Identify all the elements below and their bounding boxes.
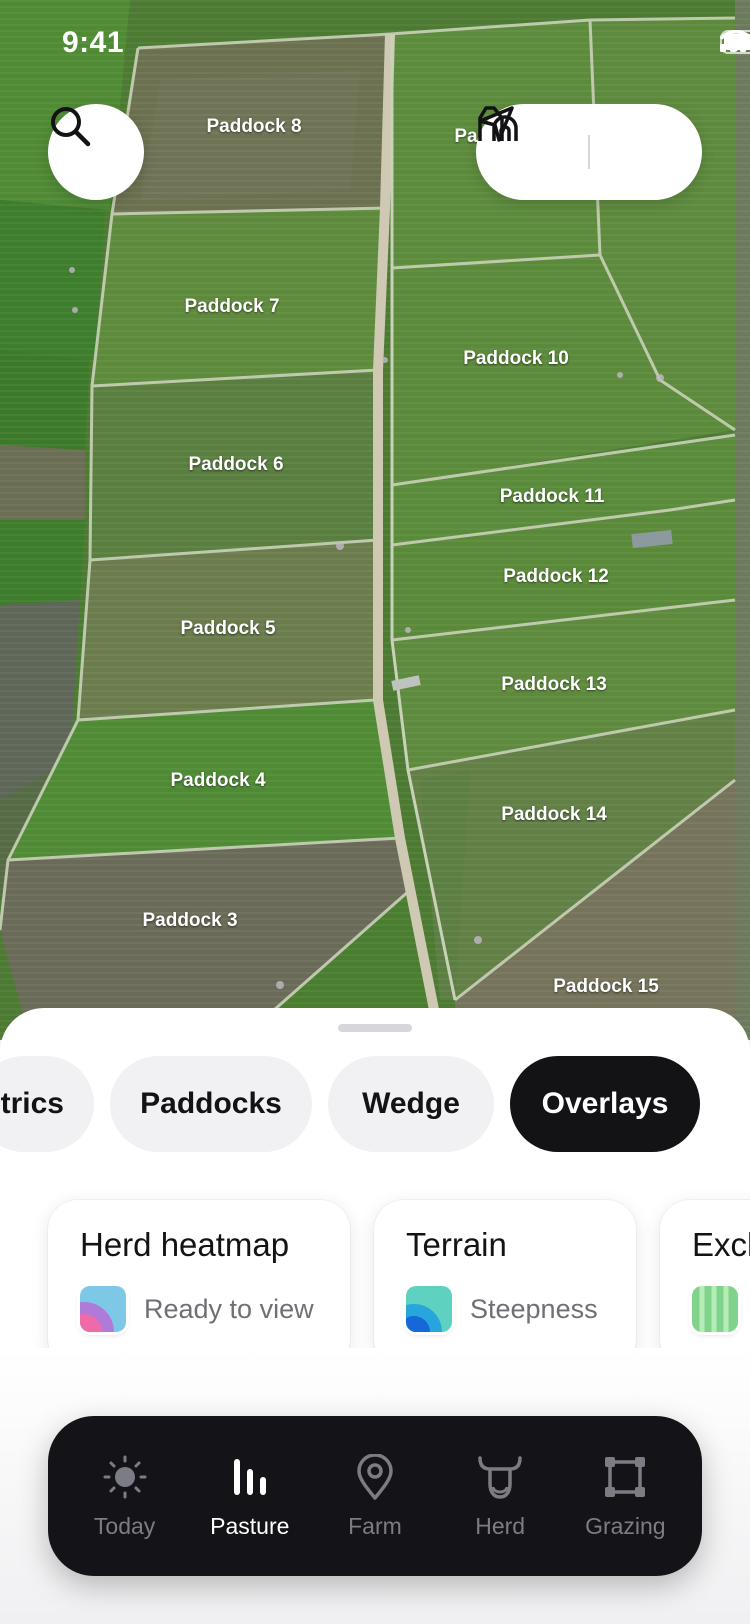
paddock-label[interactable]: Pa xyxy=(454,126,477,148)
overlay-cards: Herd heatmap Ready to view Terrain Steep… xyxy=(48,1200,750,1368)
heatmap-thumbnail-icon xyxy=(80,1286,126,1332)
map-pin-icon xyxy=(357,1453,393,1500)
paddock-label[interactable]: Paddock 6 xyxy=(188,454,283,476)
overlay-card-terrain[interactable]: Terrain Steepness xyxy=(374,1200,636,1368)
overlay-card-title: Herd heatmap xyxy=(80,1226,290,1263)
paddock-label[interactable]: Paddock 4 xyxy=(170,770,265,792)
cow-icon xyxy=(478,1455,522,1499)
segment-overlays[interactable]: Overlays xyxy=(510,1056,700,1152)
search-button[interactable] xyxy=(48,104,144,200)
barn-icon xyxy=(478,106,518,141)
map-controls xyxy=(476,104,702,200)
tab-pasture[interactable]: Pasture xyxy=(190,1453,310,1540)
crop-square-icon xyxy=(605,1456,646,1497)
tab-grazing[interactable]: Grazing xyxy=(565,1453,685,1540)
segment-tabs: trics Paddocks Wedge Overlays xyxy=(0,1056,700,1152)
tab-today[interactable]: Today xyxy=(65,1453,185,1540)
segment-metrics[interactable]: trics xyxy=(0,1056,94,1152)
battery-icon xyxy=(720,30,750,54)
overlay-card-subtitle: Steepness xyxy=(470,1293,598,1324)
tab-label: Pasture xyxy=(210,1512,290,1539)
tab-bar: Today Pasture Farm Herd Grazing xyxy=(48,1416,702,1576)
controls-divider xyxy=(588,135,590,169)
paddock-label[interactable]: Paddock 10 xyxy=(463,348,569,370)
paddock-label[interactable]: Paddock 8 xyxy=(206,116,301,138)
overlay-card-title: Terrain xyxy=(406,1226,507,1263)
overlay-card-title: Excl xyxy=(692,1226,750,1263)
status-bar: 9:41 xyxy=(0,0,750,90)
status-time: 9:41 xyxy=(62,26,125,59)
sheet-grabber[interactable] xyxy=(338,1024,412,1032)
segment-paddocks[interactable]: Paddocks xyxy=(110,1056,312,1152)
farm-button[interactable] xyxy=(478,106,670,182)
paddock-label[interactable]: Paddock 11 xyxy=(500,486,605,508)
tab-farm[interactable]: Farm xyxy=(315,1453,435,1540)
overlay-card-herd-heatmap[interactable]: Herd heatmap Ready to view xyxy=(48,1200,350,1368)
paddock-label[interactable]: Paddock 3 xyxy=(142,910,237,932)
terrain-thumbnail-icon xyxy=(406,1286,452,1332)
sun-icon xyxy=(103,1455,147,1498)
paddock-label[interactable]: Paddock 15 xyxy=(553,976,659,998)
tab-herd[interactable]: Herd xyxy=(440,1453,560,1540)
paddock-label[interactable]: Paddock 14 xyxy=(501,804,607,826)
tab-label: Grazing xyxy=(585,1512,666,1539)
overlay-card-exclusions[interactable]: Excl xyxy=(660,1200,750,1368)
tab-label: Today xyxy=(93,1512,156,1539)
exclusion-thumbnail-icon xyxy=(692,1286,738,1332)
paddock-label[interactable]: Paddock 12 xyxy=(503,566,609,588)
bars-icon xyxy=(233,1458,266,1495)
tab-label: Herd xyxy=(475,1512,526,1539)
farm-map[interactable]: Paddock 8 Pa Paddock 7 Paddock 10 Paddock 6 P… xyxy=(0,0,750,1040)
tab-label: Farm xyxy=(348,1512,402,1539)
paddock-label[interactable]: Paddock 13 xyxy=(501,674,607,696)
paddock-label[interactable]: Paddock 7 xyxy=(184,296,279,318)
search-icon xyxy=(51,107,91,147)
overlay-card-subtitle: Ready to view xyxy=(144,1293,314,1324)
paddock-label[interactable]: Paddock 5 xyxy=(180,618,275,640)
segment-wedge[interactable]: Wedge xyxy=(328,1056,494,1152)
